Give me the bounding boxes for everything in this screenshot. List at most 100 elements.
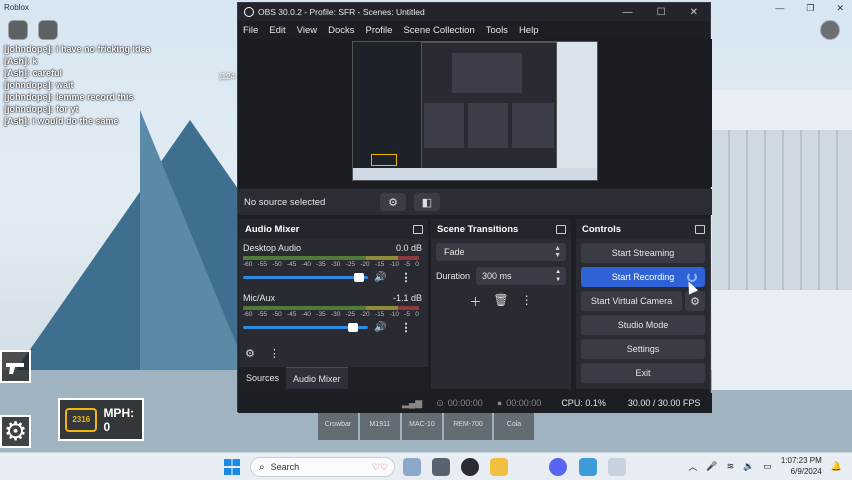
obs-titlebar[interactable]: OBS 30.0.2 - Profile: SFR - Scenes: Unti… [238,3,710,21]
undock-icon[interactable] [695,224,705,234]
scene-transitions-dock: Scene Transitions Fade ▲ ▼ Duration 300 m… [431,219,571,389]
speaker-icon[interactable]: 🔊 [374,272,386,283]
windows-start-icon[interactable] [224,459,240,475]
start-virtual-camera-button[interactable]: Start Virtual Camera [581,291,682,311]
exit-button[interactable]: Exit [581,363,705,383]
menu-file[interactable]: File [243,25,258,36]
record-time: 00:00:00 [506,398,542,408]
settings-app-icon[interactable] [403,458,421,476]
tab-sources[interactable]: Sources [239,367,286,389]
source-filters-button[interactable]: ◧ [414,193,440,211]
settings-button[interactable]: Settings [581,339,705,359]
more-options-icon[interactable]: ⋮ [521,293,533,310]
meter-ticks: -60 -55 -50 -45 -40 -35 -30 -25 -20 -15 -10 -5 0 [243,261,419,268]
menu-view[interactable]: View [297,25,317,36]
camera-app-icon[interactable] [432,458,450,476]
search-icon: ⌕ [259,461,265,473]
channel-db: -1.1 dB [392,293,422,303]
minimize-icon[interactable]: — [623,7,633,18]
chat-line: [Ash]: i would do the same [4,116,119,126]
more-icon[interactable] [820,20,840,40]
trash-icon[interactable]: 🗑 [493,293,508,310]
source-toolbar: No source selected ⚙ ◧ [238,189,712,215]
network-signal-icon: ▂▄▆ [402,397,423,408]
obs-menubar: File Edit View Docks Profile Scene Colle… [238,21,710,39]
discord-app-icon[interactable] [549,458,567,476]
inventory-slot[interactable]: MAC-10 [402,410,442,440]
source-properties-button[interactable]: ⚙ [380,193,406,211]
slider-handle[interactable] [354,273,365,282]
undock-icon[interactable] [556,224,566,234]
menu-tools[interactable]: Tools [486,25,508,36]
volume-slider[interactable] [243,273,368,282]
close-icon[interactable]: ✕ [836,0,844,16]
dock-tabs: Sources Audio Mixer [239,367,428,389]
start-recording-label: Start Recording [611,272,675,282]
more-options-icon[interactable]: ⋮ [400,321,411,334]
start-streaming-button[interactable]: Start Streaming [581,243,705,263]
obs-window-title: OBS 30.0.2 - Profile: SFR - Scenes: Unti… [258,7,425,17]
settings-gear-icon[interactable]: ⚙ [0,415,31,448]
obs-logo-icon [244,7,254,17]
duration-spinbox[interactable]: 300 ms ▲ ▼ [476,267,567,285]
stream-time: 00:00:00 [447,398,483,408]
cpu-usage: CPU: 0.1% [561,398,606,408]
menu-profile[interactable]: Profile [366,25,393,36]
menu-edit[interactable]: Edit [269,25,285,36]
slider-handle[interactable] [348,323,358,332]
updown-icon: ▲ ▼ [554,245,561,259]
preview-inner-preview [452,53,522,93]
menu-scene-collection[interactable]: Scene Collection [403,25,474,36]
wifi-icon[interactable]: ≋ [727,461,735,472]
obs-app-icon[interactable] [461,458,479,476]
inventory-slot[interactable]: Cola [494,410,534,440]
tab-audio-mixer[interactable]: Audio Mixer [286,367,348,389]
chat-icon[interactable] [38,20,58,40]
microphone-icon[interactable]: 🎤 [706,461,717,472]
transition-value: Fade [444,247,465,257]
chat-line: [Ash]: k [4,56,38,66]
battery-icon[interactable]: ▭ [763,461,772,472]
maximize-icon[interactable]: ☐ [657,7,666,18]
roblox-menu-icon[interactable] [8,20,28,40]
controls-header: Controls [576,219,710,239]
preview-inner-transitions [468,103,508,148]
inventory-slot[interactable]: REM-700 [444,410,492,440]
minimize-icon[interactable]: — [775,0,784,16]
clock[interactable]: 1:07:23 PM 6/9/2024 [781,455,822,477]
dock-title: Audio Mixer [245,223,300,235]
program-preview[interactable] [352,41,598,181]
chat-overflow-text: (124 [219,72,236,81]
speed-readout: MPH: 0 [103,405,135,434]
inventory-slot[interactable]: M1911 [360,410,400,440]
maximize-icon[interactable]: ❐ [806,0,814,16]
menu-help[interactable]: Help [519,25,539,36]
engine-icon: 2316 [65,407,98,432]
roblox-app-icon[interactable] [608,458,626,476]
mixer-menu-icon[interactable]: ⋮ [269,347,280,360]
inventory-slot[interactable]: Crowbar [318,410,358,440]
more-options-icon[interactable]: ⋮ [400,271,411,284]
search-placeholder: Search [270,462,300,472]
volume-slider[interactable] [243,323,368,332]
dock-title: Scene Transitions [437,223,519,235]
notification-bell-icon[interactable]: 🔔 [831,461,842,472]
transition-select[interactable]: Fade ▲ ▼ [436,243,566,261]
weapon-slot[interactable] [0,350,31,383]
browser-app-icon[interactable] [579,458,597,476]
chat-line: [johndope]: for yt [4,104,79,114]
chevron-up-icon[interactable]: ︿ [688,460,697,473]
add-icon[interactable]: ＋ [469,293,481,310]
updown-icon[interactable]: ▲ ▼ [555,268,561,284]
taskbar-search[interactable]: ⌕ Search ♡♡ [250,457,395,477]
studio-mode-button[interactable]: Studio Mode [581,315,705,335]
volume-icon[interactable]: 🔉 [743,461,754,472]
advanced-audio-gear-icon[interactable]: ⚙ [245,347,255,360]
close-icon[interactable]: ✕ [690,7,698,18]
preview-taskbar [353,168,597,180]
menu-docks[interactable]: Docks [328,25,354,36]
transition-toolbar: ＋ 🗑 ⋮ [431,293,571,310]
undock-icon[interactable] [413,224,423,234]
speaker-icon[interactable]: 🔊 [374,322,386,333]
file-explorer-icon[interactable] [490,458,508,476]
